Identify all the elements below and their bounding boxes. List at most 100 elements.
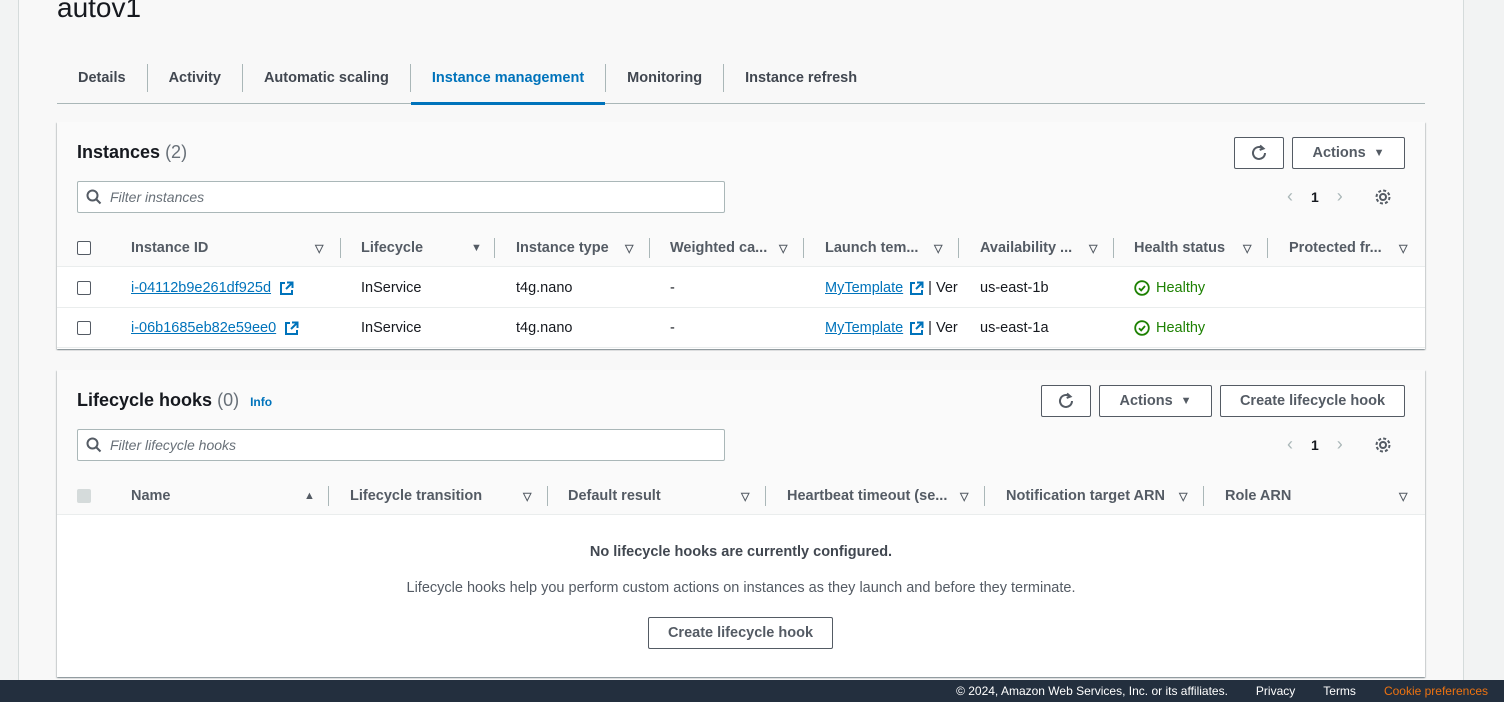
instances-pagination: ‹ 1 ›	[1287, 186, 1393, 207]
lifecycle-cell: InService	[361, 280, 422, 296]
availability-zone-cell: us-east-1b	[980, 280, 1049, 296]
copyright: © 2024, Amazon Web Services, Inc. or its…	[956, 684, 1228, 698]
sort-ascending-icon: ▲	[304, 490, 315, 502]
info-link[interactable]: Info	[250, 395, 272, 409]
col-health-status[interactable]: Health status ▽	[1134, 229, 1268, 267]
hooks-search[interactable]	[77, 429, 725, 461]
availability-zone-cell: us-east-1a	[980, 320, 1049, 336]
refresh-button[interactable]	[1234, 137, 1284, 169]
col-heartbeat-timeout[interactable]: Heartbeat timeout (se... ▽	[787, 477, 985, 515]
page-number[interactable]: 1	[1311, 437, 1319, 453]
sort-icon: ▽	[1399, 242, 1408, 255]
launch-template-version: | Ver	[928, 280, 958, 296]
hooks-refresh-button[interactable]	[1041, 385, 1091, 417]
footer: © 2024, Amazon Web Services, Inc. or its…	[0, 680, 1504, 702]
instances-search-input[interactable]	[110, 189, 690, 205]
hooks-title: Lifecycle hooks	[77, 390, 213, 410]
col-role-arn[interactable]: Role ARN ▽	[1225, 477, 1419, 515]
instance-type-cell: t4g.nano	[516, 280, 573, 296]
col-notification-target-arn[interactable]: Notification target ARN ▽	[1006, 477, 1204, 515]
external-link-icon	[285, 321, 299, 335]
hooks-search-input[interactable]	[110, 437, 690, 453]
health-status-cell: Healthy	[1134, 268, 1205, 308]
col-lifecycle[interactable]: Lifecycle ▼	[361, 229, 495, 267]
weighted-capacity-cell: -	[670, 280, 675, 296]
prev-page-icon[interactable]: ‹	[1287, 186, 1293, 207]
launch-template-link[interactable]: MyTemplate	[825, 320, 903, 336]
sort-icon: ▽	[960, 490, 969, 503]
instances-actions-button[interactable]: Actions ▼	[1292, 137, 1405, 169]
instances-title: Instances	[77, 142, 161, 162]
instance-id-link[interactable]: i-06b1685eb82e59ee0	[131, 320, 276, 336]
lifecycle-hooks-panel: Lifecycle hooks (0) Info Actions ▼ Create…	[57, 370, 1425, 677]
col-default-result[interactable]: Default result ▽	[568, 477, 766, 515]
col-protected-from[interactable]: Protected fr... ▽	[1289, 229, 1419, 267]
external-link-icon	[910, 321, 924, 335]
launch-template-version: | Ver	[928, 320, 958, 336]
hooks-heading: Lifecycle hooks (0) Info	[77, 390, 272, 411]
prev-page-icon[interactable]: ‹	[1287, 434, 1293, 455]
next-page-icon[interactable]: ›	[1337, 434, 1343, 455]
gear-icon[interactable]	[1373, 435, 1393, 455]
col-instance-id[interactable]: Instance ID ▽	[131, 229, 341, 267]
privacy-link[interactable]: Privacy	[1256, 684, 1295, 698]
select-all-checkbox	[77, 489, 91, 503]
instances-search[interactable]	[77, 181, 725, 213]
refresh-icon	[1059, 392, 1073, 408]
instances-panel: Instances (2) Actions▼ ‹ 1 › Instance ID…	[57, 122, 1425, 349]
terms-link[interactable]: Terms	[1323, 684, 1356, 698]
tab-activity[interactable]: Activity	[148, 63, 243, 92]
hooks-pagination: ‹ 1 ›	[1287, 434, 1393, 455]
row-checkbox[interactable]	[77, 321, 91, 335]
instance-id-link[interactable]: i-04112b9e261df925d	[131, 280, 271, 296]
next-page-icon[interactable]: ›	[1337, 186, 1343, 207]
caret-down-icon: ▼	[1180, 395, 1192, 407]
refresh-icon	[1252, 144, 1266, 160]
hooks-table-header: Name ▲ Lifecycle transition ▽ Default resu…	[57, 477, 1425, 515]
hooks-count: (0)	[217, 390, 240, 410]
instances-heading: Instances (2)	[77, 142, 187, 163]
tab-details[interactable]: Details	[57, 63, 148, 92]
page-title: autov1	[57, 0, 142, 23]
caret-down-icon: ▼	[1373, 147, 1385, 159]
search-icon	[86, 437, 102, 453]
col-lifecycle-transition[interactable]: Lifecycle transition ▽	[350, 477, 548, 515]
empty-state-description: Lifecycle hooks help you perform custom …	[406, 580, 1076, 596]
weighted-capacity-cell: -	[670, 320, 675, 336]
sort-icon: ▽	[934, 242, 943, 255]
tab-automatic-scaling[interactable]: Automatic scaling	[243, 63, 411, 92]
gear-icon[interactable]	[1373, 187, 1393, 207]
col-instance-type[interactable]: Instance type ▽	[516, 229, 650, 267]
sort-icon: ▽	[315, 242, 324, 255]
col-availability-zone[interactable]: Availability ... ▽	[980, 229, 1114, 267]
table-row[interactable]: i-04112b9e261df925d InService t4g.nano -…	[57, 268, 1425, 308]
health-status-cell: Healthy	[1134, 308, 1205, 348]
sort-icon: ▽	[779, 242, 788, 255]
sort-icon: ▽	[1399, 490, 1408, 503]
empty-state-title: No lifecycle hooks are currently configu…	[589, 544, 893, 560]
col-name[interactable]: Name ▲	[131, 477, 329, 515]
sort-icon: ▽	[1179, 490, 1188, 503]
tab-instance-refresh[interactable]: Instance refresh	[724, 64, 878, 92]
col-launch-template[interactable]: Launch tem... ▽	[825, 229, 959, 267]
select-all-checkbox[interactable]	[77, 241, 91, 255]
tab-monitoring[interactable]: Monitoring	[606, 63, 725, 92]
row-checkbox[interactable]	[77, 281, 91, 295]
tab-instance-management[interactable]: Instance management	[410, 63, 607, 105]
table-row[interactable]: i-06b1685eb82e59ee0 InService t4g.nano -…	[57, 308, 1425, 348]
launch-template-link[interactable]: MyTemplate	[825, 280, 903, 296]
empty-create-lifecycle-hook-button[interactable]: Create lifecycle hook	[648, 617, 833, 649]
cookie-preferences-link[interactable]: Cookie preferences	[1384, 684, 1488, 698]
page-number[interactable]: 1	[1311, 189, 1319, 205]
sort-icon: ▽	[1243, 242, 1252, 255]
hooks-actions-button[interactable]: Actions ▼	[1099, 385, 1212, 417]
create-lifecycle-hook-button[interactable]: Create lifecycle hook	[1220, 385, 1405, 417]
sort-active-icon: ▼	[471, 242, 482, 254]
external-link-icon	[910, 281, 924, 295]
lifecycle-cell: InService	[361, 320, 422, 336]
tab-bar: Details Activity Automatic scaling Insta…	[57, 52, 1425, 105]
col-weighted-capacity[interactable]: Weighted ca... ▽	[670, 229, 804, 267]
sort-icon: ▽	[741, 490, 750, 503]
instances-count: (2)	[165, 142, 188, 162]
check-circle-icon	[1134, 320, 1150, 336]
